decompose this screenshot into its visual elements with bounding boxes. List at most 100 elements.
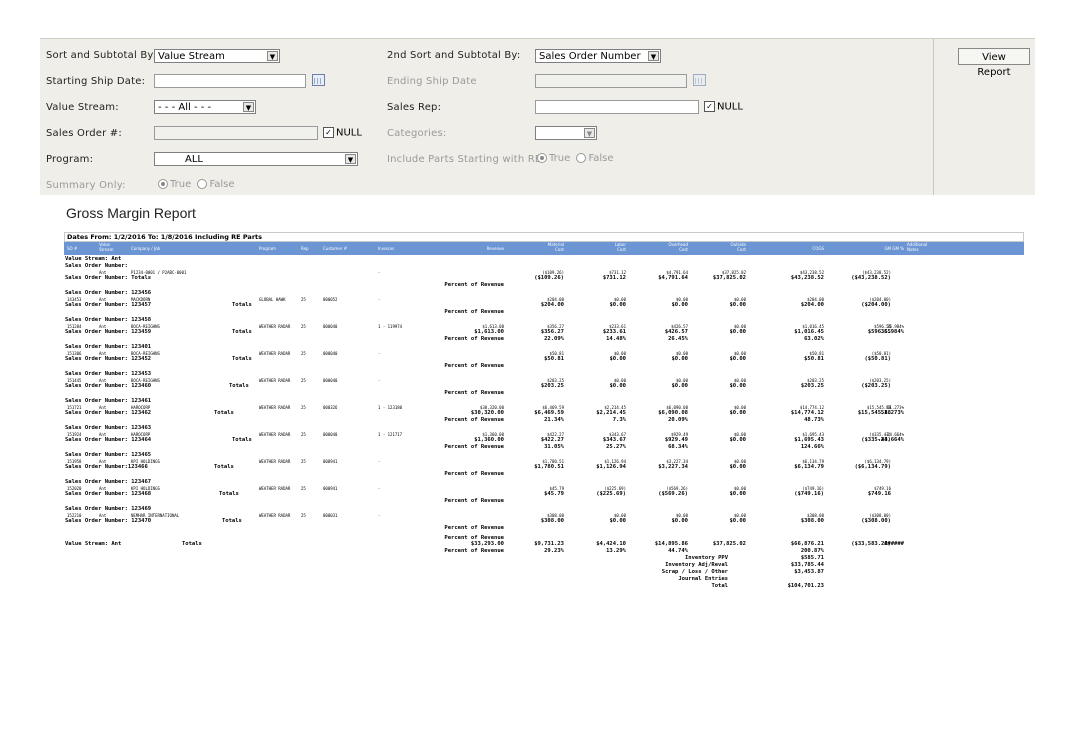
sales-rep-input[interactable]	[535, 100, 699, 114]
percent-label: Percent of Revenue	[444, 444, 504, 450]
total-cogs: $43,238.52	[790, 275, 824, 281]
chevron-down-icon: ▼	[243, 102, 254, 112]
include-re-radio-group: True False	[537, 153, 614, 164]
total-lab: ($225.69)	[596, 491, 626, 497]
total-out: $0.00	[729, 464, 746, 470]
sort2-select[interactable]: Sales Order Number ▼	[535, 49, 661, 63]
total-lab: $0.00	[609, 302, 626, 308]
sales-rep-null[interactable]: ✓ NULL	[704, 101, 743, 113]
total-mat: $6,469.59	[534, 410, 564, 416]
totals-row: Sales Order Number: 123468 Totals $45.79 ($…	[64, 491, 1024, 498]
total-ovh: $0.00	[671, 302, 688, 308]
radio-selected-icon[interactable]	[158, 179, 168, 189]
total-mat: $422.27	[540, 437, 564, 443]
start-date-label: Starting Ship Date:	[46, 76, 146, 87]
total-out: $0.00	[729, 491, 746, 497]
col-revenue: Revenue	[486, 246, 504, 251]
summary-label: Inventory Adj/Reval	[665, 562, 728, 568]
summary-value: $3,453.87	[794, 569, 824, 575]
summary-radio-group: True False	[158, 179, 235, 190]
chevron-down-icon: ▼	[267, 51, 278, 61]
percent-row: Percent of Revenue	[64, 498, 1024, 505]
total-mat: $45.79	[544, 491, 564, 497]
sales-rep-null-label: NULL	[717, 101, 743, 113]
total-cogs: $1,695.43	[794, 437, 824, 443]
end-date-label: Ending Ship Date	[387, 76, 477, 87]
sales-order-null[interactable]: ✓ NULL	[323, 127, 362, 139]
col-rep: Rep	[301, 246, 309, 251]
program-select[interactable]: ALL ▼	[154, 152, 358, 166]
totals-word: Totals	[232, 302, 252, 308]
pct-lab: 25.27%	[606, 444, 626, 450]
summary-value: $33,785.44	[790, 562, 824, 568]
total-lab: $0.00	[609, 518, 626, 524]
total-ovh: $4,791.64	[658, 275, 688, 281]
report-title: Gross Margin Report	[66, 205, 196, 221]
sort-select[interactable]: Value Stream ▼	[154, 49, 280, 63]
total-ovh: ($569.26)	[658, 491, 688, 497]
checkbox-checked-icon[interactable]: ✓	[323, 127, 334, 138]
total-out: $0.00	[729, 410, 746, 416]
pct-mat: 22.09%	[544, 336, 564, 342]
total-gm: ($204.00)	[861, 302, 891, 308]
col-material: Material Cost	[547, 242, 564, 252]
value-stream-label: Value Stream:	[46, 102, 119, 113]
report-table: Dates From: 1/2/2016 To: 1/8/2016 Includ…	[64, 232, 1024, 704]
chevron-down-icon: ▼	[345, 154, 356, 164]
value-stream-totals-word: Totals	[182, 541, 202, 547]
summary-row: Journal Entries	[64, 576, 1024, 583]
percent-label: Percent of Revenue	[444, 471, 504, 477]
radio-icon[interactable]	[197, 179, 208, 189]
value-stream-totals-label: Value Stream: Ant	[65, 541, 122, 547]
summary-label: Journal Entries	[678, 576, 728, 582]
total-gm: ($308.00)	[861, 518, 891, 524]
total-cogs: $6,134.79	[794, 464, 824, 470]
radio-selected-icon[interactable]	[537, 153, 547, 163]
total-rev: $1,360.00	[474, 437, 504, 443]
totals-label: Sales Order Number: 123468	[65, 491, 152, 497]
total-lab: $233.61	[602, 329, 626, 335]
percent-row: Percent of Revenue	[64, 363, 1024, 370]
start-date-input[interactable]	[154, 74, 306, 88]
total-mat: $356.27	[540, 329, 564, 335]
end-date-input	[535, 74, 687, 88]
percent-row: Percent of Revenue	[64, 390, 1024, 397]
vs-total-ovh: $14,895.86	[654, 541, 688, 547]
totals-label: Sales Order Number: 123457	[65, 302, 152, 308]
col-cogs: COGS	[812, 246, 824, 251]
col-gm-pct: GM %	[892, 246, 904, 251]
total-gmpct: 51.273%	[880, 410, 904, 416]
summary-label: Inventory PPV	[684, 555, 728, 561]
panel-divider	[933, 39, 934, 195]
totals-row: Sales Order Number: 123457 Totals $204.00 $…	[64, 302, 1024, 309]
sort2-label: 2nd Sort and Subtotal By:	[387, 50, 521, 61]
total-cogs: $14,774.12	[790, 410, 824, 416]
total-cogs: $50.81	[804, 356, 824, 362]
totals-row: Sales Order Number:123466 Totals $1,780.51…	[64, 464, 1024, 471]
total-ovh: $929.49	[664, 437, 688, 443]
total-mat: $203.25	[540, 383, 564, 389]
vs-total-gmpct: ######	[884, 541, 904, 547]
total-mat: $50.81	[544, 356, 564, 362]
summary-row: Total $104,701.23	[64, 583, 1024, 590]
vs-total-rev: $33,293.00	[470, 541, 504, 547]
sort-label: Sort and Subtotal By:	[46, 50, 157, 61]
col-customer: Customer #	[323, 246, 348, 251]
calendar-icon[interactable]	[312, 74, 325, 86]
totals-row: Sales Order Number: 123464 Totals $1,360.0…	[64, 437, 1024, 444]
value-stream-select[interactable]: - - - All - - - ▼	[154, 100, 256, 114]
totals-row: Sales Order Number: 123460 Totals $203.25 $…	[64, 383, 1024, 390]
percent-label: Percent of Revenue	[444, 525, 504, 531]
value-stream-heading: Value Stream: Ant	[65, 256, 122, 262]
view-report-button[interactable]: View Report	[958, 48, 1030, 78]
percent-row: Percent of Revenue	[64, 282, 1024, 289]
summary-only-label: Summary Only:	[46, 180, 126, 191]
totals-word: Totals	[214, 464, 234, 470]
checkbox-checked-icon[interactable]: ✓	[704, 101, 715, 112]
total-out: $37,825.02	[712, 275, 746, 281]
totals-word: Totals	[222, 518, 242, 524]
summary-true-label: True	[170, 179, 192, 190]
radio-icon[interactable]	[576, 153, 587, 163]
vs-total-lab: $4,424.10	[596, 541, 626, 547]
total-out: $0.00	[729, 383, 746, 389]
